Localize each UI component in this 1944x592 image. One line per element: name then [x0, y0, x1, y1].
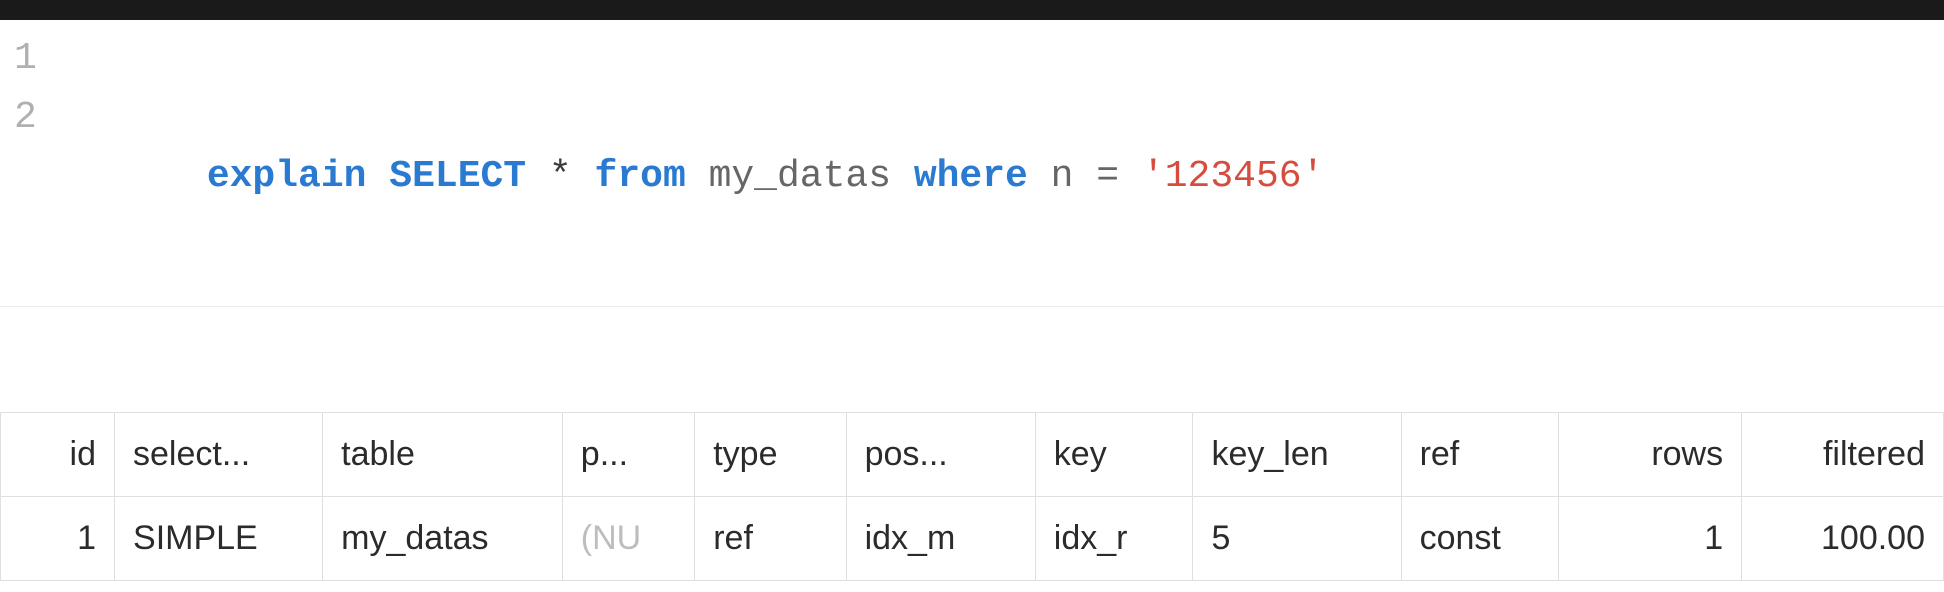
sql-editor[interactable]: 1 2 explain SELECT * from my_datas where…: [0, 20, 1944, 307]
titlebar-dark-strip: [0, 0, 1944, 20]
table-row[interactable]: 1 SIMPLE my_datas (NU ref idx_m idx_r 5 …: [1, 496, 1944, 580]
col-header-rows[interactable]: rows: [1559, 413, 1742, 497]
table-header-row: id select... table p... type pos... key …: [1, 413, 1944, 497]
col-header-filtered[interactable]: filtered: [1742, 413, 1944, 497]
result-table: id select... table p... type pos... key …: [0, 412, 1944, 581]
code-line-2: 2 explain SELECT * from my_datas where n…: [0, 89, 1944, 266]
col-header-table[interactable]: table: [323, 413, 563, 497]
code-content[interactable]: explain SELECT * from my_datas where n =…: [70, 89, 1324, 266]
editor-result-gap: [0, 307, 1944, 412]
line-number: 1: [0, 30, 70, 89]
cell-partitions: (NU: [562, 496, 694, 580]
code-line-1: 1: [0, 30, 1944, 89]
cell-key-len: 5: [1193, 496, 1401, 580]
col-header-type[interactable]: type: [695, 413, 846, 497]
cell-key: idx_r: [1035, 496, 1193, 580]
cell-possible-keys: idx_m: [846, 496, 1035, 580]
line-number: 2: [0, 89, 70, 148]
col-header-select-type[interactable]: select...: [115, 413, 323, 497]
col-header-partitions[interactable]: p...: [562, 413, 694, 497]
col-header-ref[interactable]: ref: [1401, 413, 1559, 497]
cell-select-type: SIMPLE: [115, 496, 323, 580]
cell-rows: 1: [1559, 496, 1742, 580]
col-header-key-len[interactable]: key_len: [1193, 413, 1401, 497]
cell-filtered: 100.00: [1742, 496, 1944, 580]
col-header-id[interactable]: id: [1, 413, 115, 497]
cell-id: 1: [1, 496, 115, 580]
cell-type: ref: [695, 496, 846, 580]
col-header-key[interactable]: key: [1035, 413, 1193, 497]
cell-ref: const: [1401, 496, 1559, 580]
col-header-possible-keys[interactable]: pos...: [846, 413, 1035, 497]
cell-table: my_datas: [323, 496, 563, 580]
